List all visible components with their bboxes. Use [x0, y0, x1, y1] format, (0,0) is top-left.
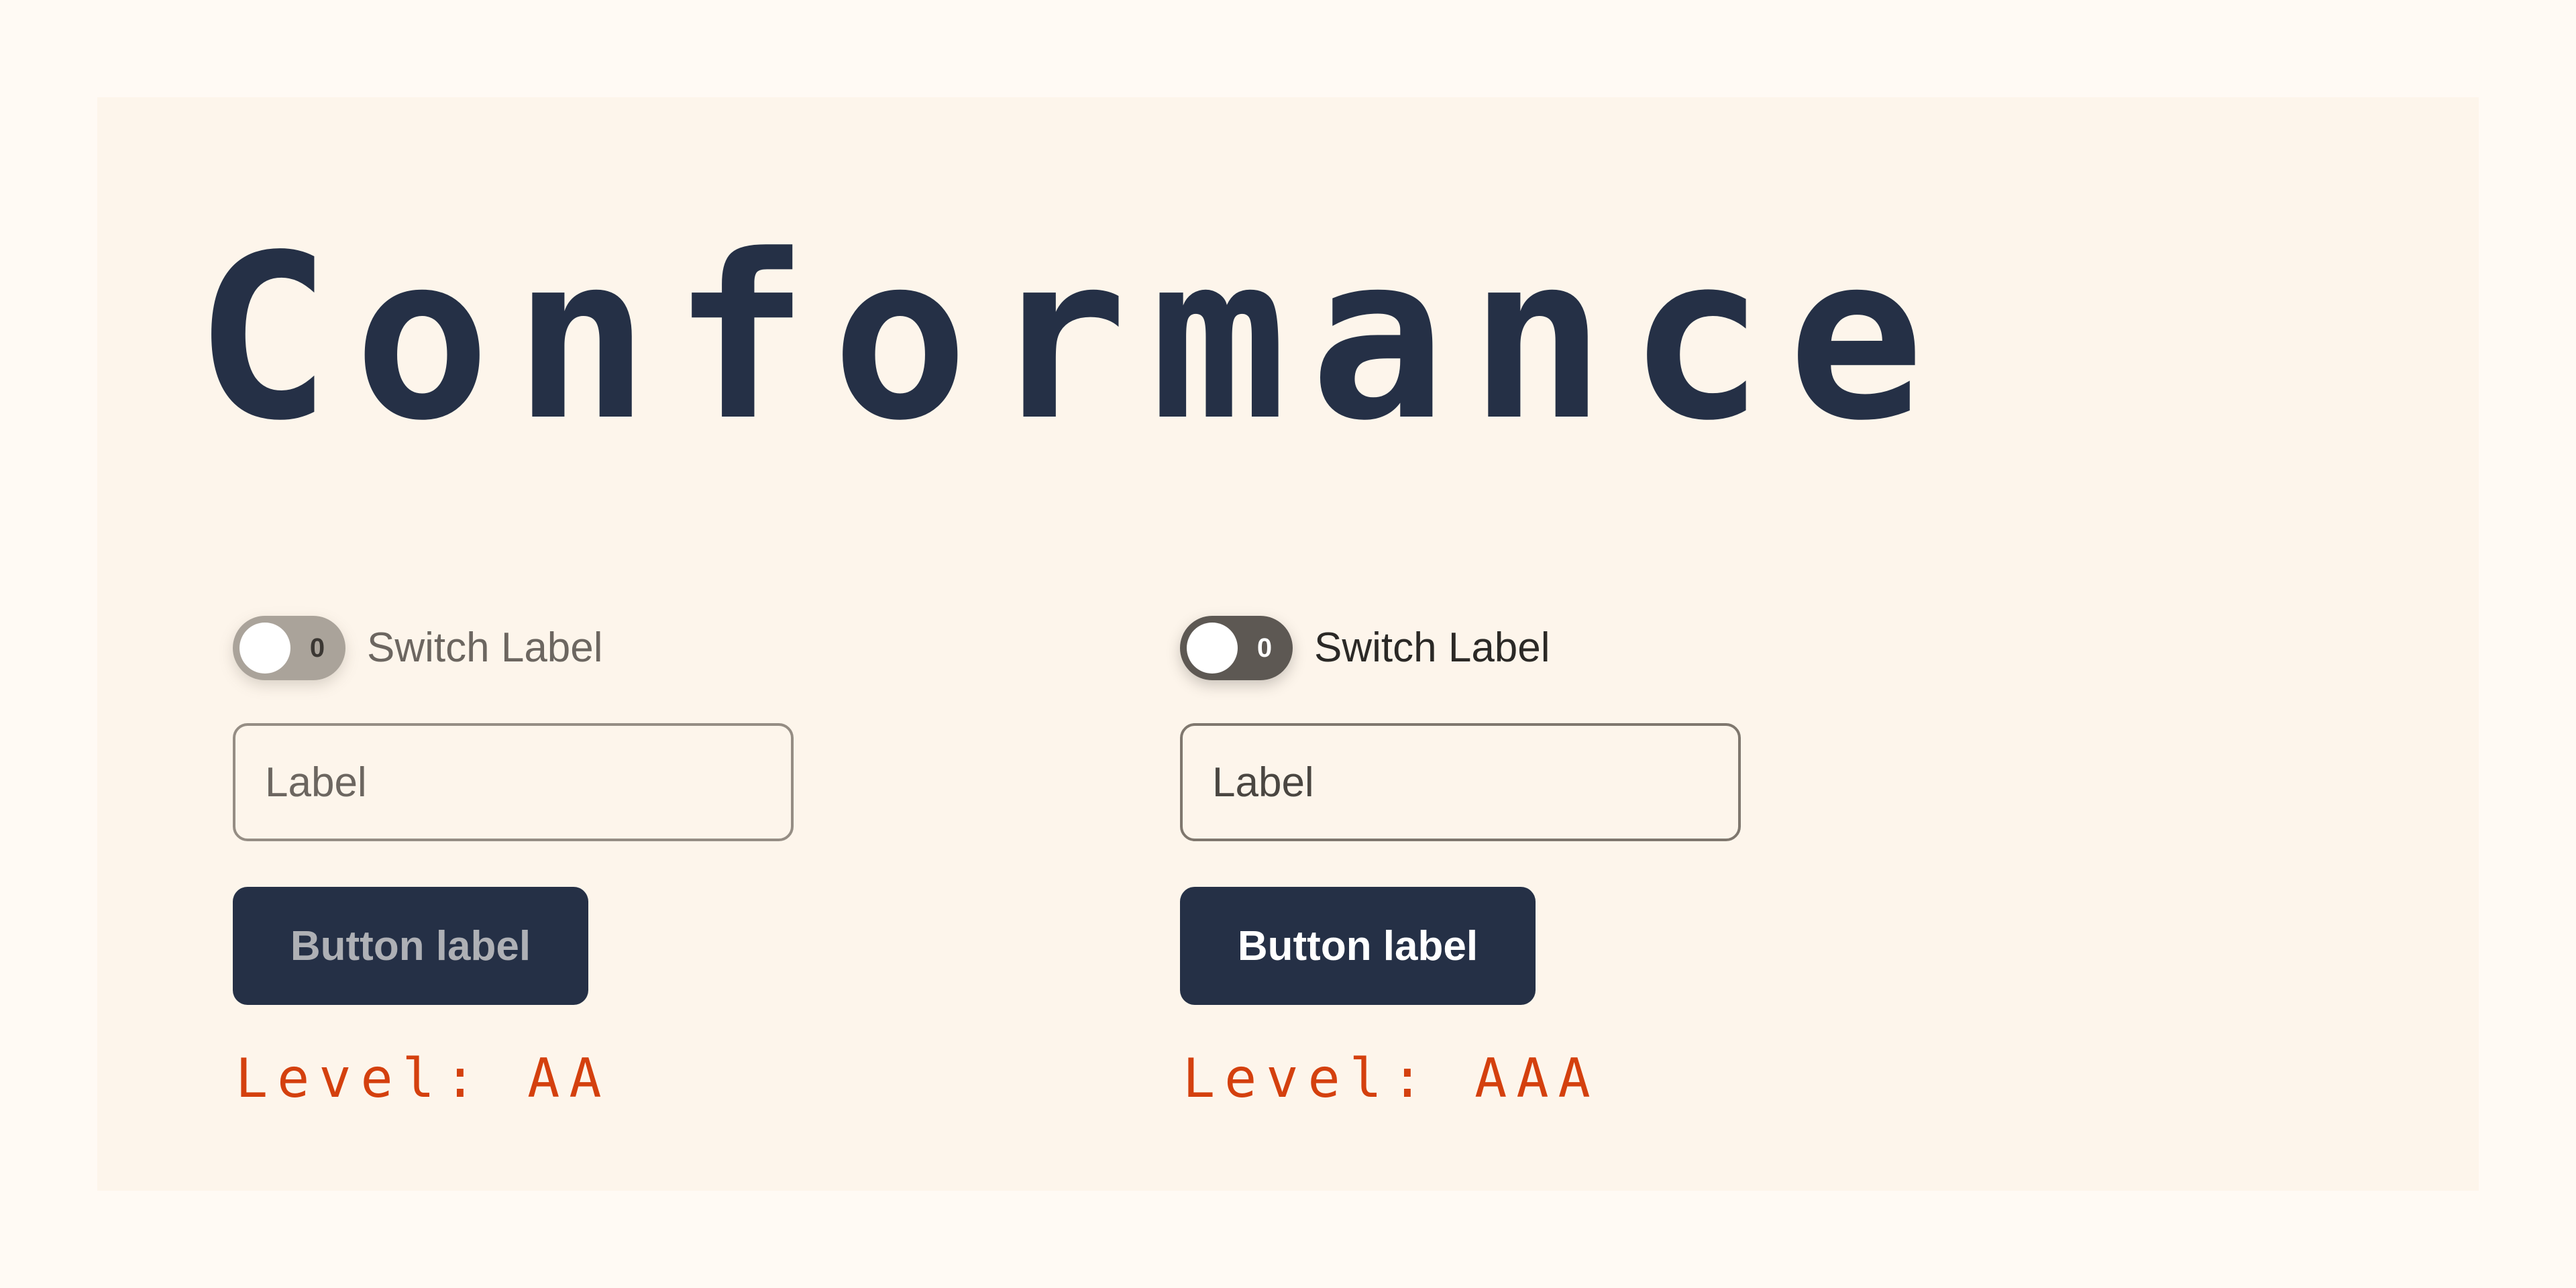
primary-button[interactable]: Button label [1180, 887, 1536, 1005]
switch-knob [1187, 623, 1238, 674]
toggle-switch[interactable]: 0 [1180, 616, 1293, 680]
toggle-switch[interactable]: 0 [233, 616, 345, 680]
conformance-level: Level: AA [235, 1047, 611, 1110]
switch-label: Switch Label [1314, 625, 1550, 671]
label-input[interactable] [1180, 723, 1741, 841]
switch-row: 0 Switch Label [1180, 616, 1550, 680]
conformance-level: Level: AAA [1183, 1047, 1600, 1110]
primary-button[interactable]: Button label [233, 887, 588, 1005]
label-input[interactable] [233, 723, 794, 841]
switch-row: 0 Switch Label [233, 616, 603, 680]
switch-label: Switch Label [367, 625, 603, 671]
switch-state-text: 0 [309, 633, 325, 663]
switch-state-text: 0 [1256, 633, 1273, 663]
switch-knob [239, 623, 290, 674]
page-title: Conformance [195, 206, 1947, 470]
